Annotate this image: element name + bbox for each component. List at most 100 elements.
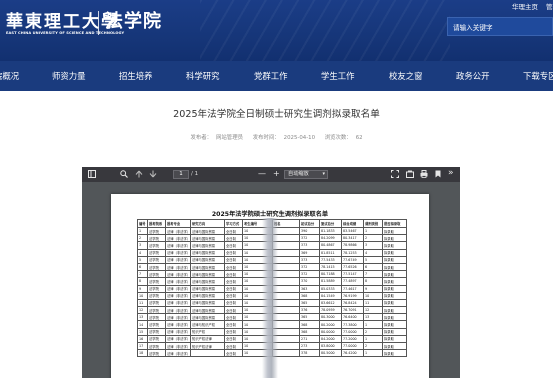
zoom-select-value: 自动缩放 <box>288 171 309 177</box>
table-cell: 全日制 <box>224 298 243 308</box>
nav-item-student-work[interactable]: 学生工作 <box>321 70 355 82</box>
table-cell: 78.1253 <box>341 248 364 257</box>
table-cell: 14 <box>137 320 148 329</box>
table-cell: 2 <box>363 234 383 243</box>
table-cell: 法律（非法学） <box>165 277 191 286</box>
zoom-out-icon[interactable]: — <box>258 169 266 179</box>
table-cell: 77.6749 <box>341 255 364 264</box>
table-cell: 2 <box>137 234 148 243</box>
previous-page-icon[interactable] <box>135 170 143 181</box>
table-cell: 78.1415 <box>319 262 342 272</box>
department-name[interactable]: 法学院 <box>105 7 162 33</box>
open-file-icon[interactable] <box>406 170 414 181</box>
table-cell: 法律（非法学） <box>165 241 191 250</box>
table-cell: 11 <box>363 298 383 308</box>
top-link-university-home[interactable]: 华理主页 <box>512 3 538 11</box>
zoom-select[interactable]: 自动缩放 ▾ <box>284 170 328 179</box>
table-cell: 法学院 <box>147 306 166 315</box>
table-cell: 85.0333 <box>319 284 342 293</box>
table-header-cell: 编号 <box>137 219 148 228</box>
nav-item-public-affairs[interactable]: 政务公开 <box>456 70 490 82</box>
table-cell: 1 <box>137 226 148 236</box>
site-header: 華東理工大學 EAST CHINA UNIVERSITY OF SCIENCE … <box>0 0 553 61</box>
table-cell: 法律（非法学） <box>165 349 191 358</box>
table-cell: 法律（非法学） <box>165 298 191 308</box>
main-nav: 院概况 师资力量 招生培养 科学研究 党群工作 学生工作 校友之窗 政务公开 下… <box>0 61 553 91</box>
nav-item-downloads[interactable]: 下载专区 <box>523 70 553 82</box>
nav-item-overview[interactable]: 院概况 <box>0 70 19 82</box>
table-cell: 271 <box>299 334 320 344</box>
more-tools-icon[interactable]: » <box>448 168 454 178</box>
table-cell: 80.7188 <box>319 270 342 279</box>
pdf-viewer[interactable]: 1 / 1 — + 自动缩放 ▾ » 2025年法学院硕士研究生调剂拟录取名单 编… <box>82 167 460 378</box>
table-cell: 15 <box>137 327 148 336</box>
table-cell: 全日制 <box>224 320 243 329</box>
table-cell: 法律（非法学） <box>165 248 191 257</box>
table-cell: 知识产权 <box>190 327 225 336</box>
table-cell: 全日制 <box>224 341 243 351</box>
table-cell: 81.5889 <box>319 277 342 286</box>
table-cell: 法学院 <box>147 320 166 329</box>
search-icon[interactable] <box>120 170 128 181</box>
table-cell: 法律与国际贸易 <box>190 277 225 286</box>
page-number-input[interactable]: 1 <box>173 170 189 179</box>
table-cell: 363 <box>299 284 320 293</box>
table-cell: 365 <box>299 298 320 308</box>
table-cell: 1 <box>363 349 383 358</box>
top-link-admin[interactable]: 管理 <box>546 3 553 11</box>
table-cell: 7 <box>363 270 383 279</box>
table-cell: 拟录取 <box>382 349 407 358</box>
table-cell: 全日制 <box>224 306 243 315</box>
table-header-cell: 综合成绩 <box>341 219 364 228</box>
presentation-mode-icon[interactable] <box>391 170 399 181</box>
zoom-in-icon[interactable]: + <box>273 169 280 179</box>
table-cell: 法律与知识产权 <box>190 320 225 329</box>
table-cell: 368 <box>299 320 320 329</box>
table-cell: 法律与国际贸易 <box>190 313 225 322</box>
table-cell: 77.3800 <box>341 320 364 329</box>
table-cell: 76.7091 <box>341 306 364 315</box>
table-cell: 80.4867 <box>319 241 342 250</box>
table-cell: 5 <box>137 255 148 264</box>
table-header-cell: 调剂类别 <box>363 219 383 228</box>
table-cell: 372 <box>299 270 320 279</box>
table-cell: 76.4200 <box>341 349 364 358</box>
table-cell: 3 <box>363 241 383 250</box>
table-cell: 77.6526 <box>341 262 364 272</box>
logo-divider <box>98 11 99 35</box>
table-cell: 368 <box>299 327 320 336</box>
table-cell: 法律与国际贸易 <box>190 226 225 236</box>
table-cell: 拟录取 <box>382 284 407 293</box>
table-cell: 拟录取 <box>382 306 407 315</box>
sidebar-toggle-icon[interactable] <box>88 170 96 181</box>
nav-item-admissions[interactable]: 招生培养 <box>119 70 153 82</box>
table-cell <box>190 349 225 358</box>
table-cell: 84.1549 <box>319 291 342 300</box>
next-page-icon[interactable] <box>149 170 157 181</box>
article-title: 2025年法学院全日制硕士研究生调剂拟录取名单 <box>173 109 380 120</box>
table-cell: 78.0959 <box>319 306 342 315</box>
table-cell: 16 <box>137 334 148 344</box>
table-header-cell: 学习方式 <box>224 219 243 228</box>
table-cell: 拟录取 <box>382 255 407 264</box>
table-cell: 法律与国际贸易 <box>190 255 225 264</box>
print-icon[interactable] <box>420 170 428 181</box>
table-cell: 373 <box>299 241 320 250</box>
nav-item-research[interactable]: 科学研究 <box>186 70 220 82</box>
nav-item-party-work[interactable]: 党群工作 <box>254 70 288 82</box>
table-cell: 拟录取 <box>382 327 407 336</box>
university-logo-text[interactable]: 華東理工大學 <box>6 7 120 32</box>
table-cell: 法律（非法学） <box>165 291 191 300</box>
bookmark-icon[interactable] <box>434 170 442 181</box>
table-cell: 法律（非法学） <box>165 262 191 272</box>
search-input[interactable]: 请输入关键字 <box>447 17 553 36</box>
nav-item-alumni[interactable]: 校友之窗 <box>389 70 423 82</box>
table-cell: 372 <box>299 262 320 272</box>
views-value: 62 <box>355 135 363 141</box>
table-cell: 80.2000 <box>319 320 342 329</box>
nav-item-faculty[interactable]: 师资力量 <box>52 70 86 82</box>
table-cell: 7 <box>137 270 148 279</box>
table-cell: 法学院 <box>147 284 166 293</box>
table-cell: 全日制 <box>224 349 243 358</box>
table-cell: 13 <box>363 313 383 322</box>
